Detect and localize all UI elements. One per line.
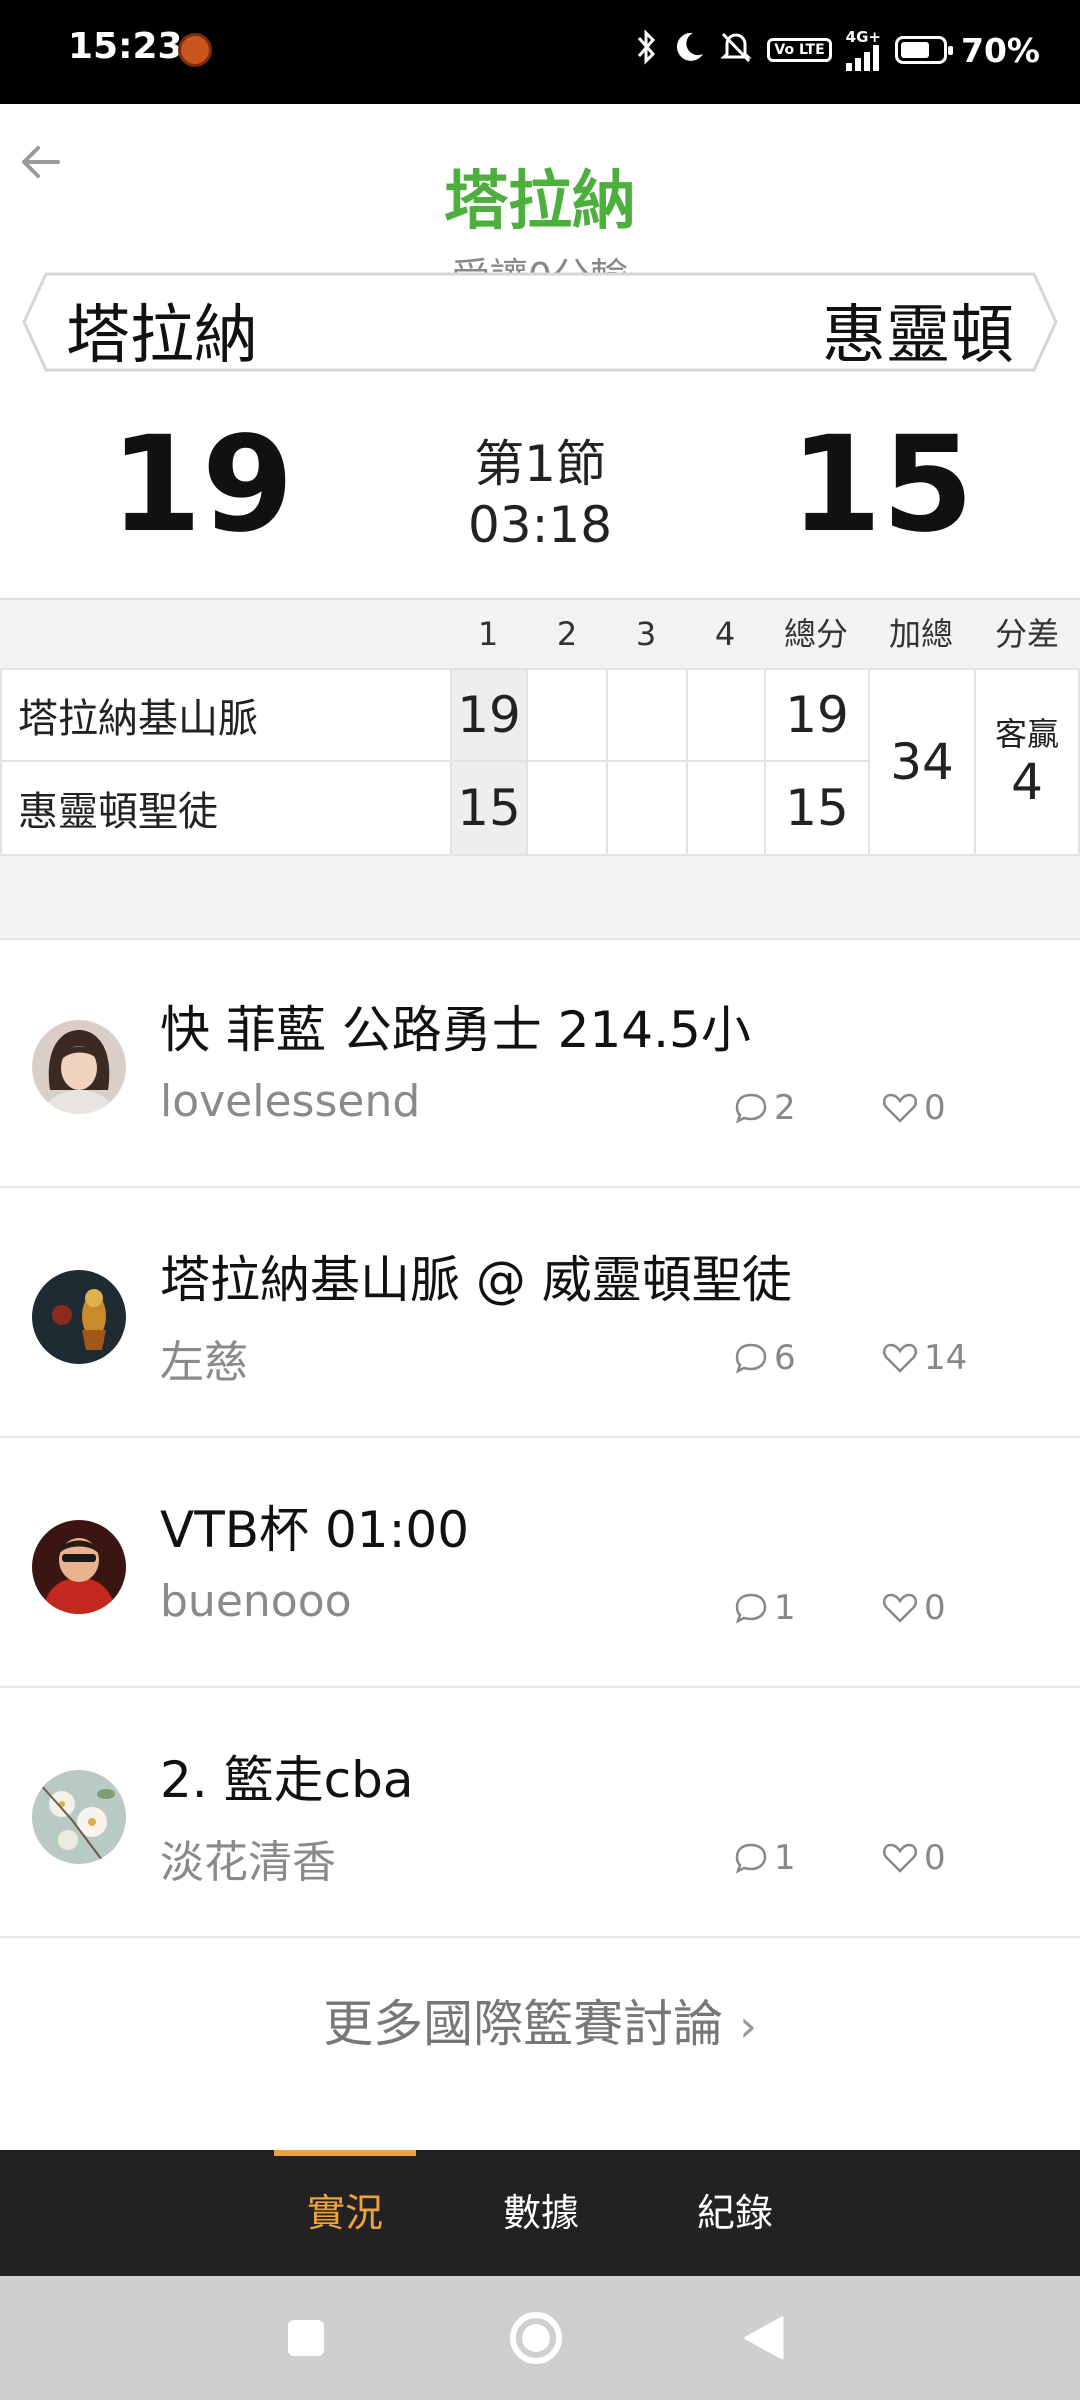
list-item[interactable]: 2. 籃走cba 淡花清香 1 0 xyxy=(0,1688,1080,1938)
bluetooth-icon xyxy=(635,29,659,71)
like-count[interactable]: 0 xyxy=(882,1838,946,1878)
comment-count: 1 xyxy=(734,1588,796,1628)
column-header: 加總 xyxy=(888,615,953,653)
diff-value: 4 xyxy=(1011,753,1043,811)
away-score: 15 xyxy=(790,408,974,562)
battery-icon xyxy=(895,36,953,64)
comment-count: 2 xyxy=(734,1088,796,1128)
comment-icon xyxy=(735,1593,767,1624)
column-header: 總分 xyxy=(783,615,848,653)
total-score-cell: 19 xyxy=(764,668,870,762)
network-type: 4G+ xyxy=(845,27,881,46)
comment-icon xyxy=(735,1843,767,1874)
quarter-score-cell xyxy=(606,760,688,856)
quarter-score-cell xyxy=(686,668,766,762)
post-author: lovelessend xyxy=(160,1076,421,1127)
chevron-right-icon: › xyxy=(739,2001,757,2052)
tab-records[interactable]: 紀錄 xyxy=(664,2150,806,2276)
heart-icon xyxy=(882,1593,918,1623)
app-notification-icon xyxy=(178,33,212,67)
section-divider xyxy=(0,858,1080,940)
point-diff-cell: 客贏 4 xyxy=(974,668,1080,856)
recents-icon[interactable] xyxy=(266,2276,346,2400)
comment-icon xyxy=(735,1343,767,1374)
post-title[interactable]: 2. 籃走cba xyxy=(160,1740,413,1812)
diff-label: 客贏 xyxy=(994,715,1059,753)
bottom-tab-bar: 實況 數據 紀錄 xyxy=(0,2150,1080,2276)
volte-icon: Vo LTE xyxy=(767,38,832,62)
post-title[interactable]: 塔拉納基山脈 @ 威靈頓聖徒 xyxy=(160,1240,792,1312)
back-icon[interactable] xyxy=(724,2276,804,2400)
status-icons: Vo LTE 4G+ 70% xyxy=(635,22,1040,78)
battery-percent: 70% xyxy=(961,30,1040,70)
away-team-name[interactable]: 惠靈頓 xyxy=(822,284,1014,376)
column-header: 4 xyxy=(714,615,736,653)
comment-count: 6 xyxy=(734,1338,796,1378)
avatar[interactable] xyxy=(32,1770,126,1864)
like-count[interactable]: 0 xyxy=(882,1088,946,1128)
more-link-label: 更多國際籃賽討論 xyxy=(323,1995,724,2053)
avatar[interactable] xyxy=(32,1520,126,1614)
home-icon[interactable] xyxy=(496,2276,576,2400)
column-header: 3 xyxy=(635,615,657,653)
comment-count: 1 xyxy=(734,1838,796,1878)
system-navigation-bar xyxy=(0,2276,1080,2400)
page-title: 塔拉納 xyxy=(444,165,636,239)
team-cell: 塔拉納基山脈 xyxy=(0,668,452,762)
status-bar: 15:23 Vo LTE 4G+ 70% xyxy=(0,0,1080,104)
post-author: buenooo xyxy=(160,1576,352,1627)
tab-live[interactable]: 實況 xyxy=(274,2150,416,2276)
total-score-cell: 15 xyxy=(764,760,870,856)
column-header: 1 xyxy=(477,615,499,653)
heart-icon xyxy=(882,1093,918,1123)
like-count[interactable]: 14 xyxy=(882,1338,967,1378)
post-author: 左慈 xyxy=(160,1337,248,1388)
quarter-score-cell xyxy=(526,760,608,856)
column-header: 分差 xyxy=(994,615,1059,653)
moon-icon xyxy=(673,30,705,70)
signal-icon: 4G+ xyxy=(845,27,881,71)
column-header: 2 xyxy=(556,615,578,653)
avatar[interactable] xyxy=(32,1270,126,1364)
quarter-score-cell xyxy=(526,668,608,762)
mute-bell-icon xyxy=(719,30,753,70)
post-author: 淡花清香 xyxy=(160,1837,336,1888)
home-team-name[interactable]: 塔拉納 xyxy=(66,284,258,376)
list-item[interactable]: 塔拉納基山脈 @ 威靈頓聖徒 左慈 6 14 xyxy=(0,1188,1080,1438)
tab-stats[interactable]: 數據 xyxy=(470,2150,612,2276)
avatar[interactable] xyxy=(32,1020,126,1114)
heart-icon xyxy=(882,1843,918,1873)
more-discussions-link[interactable]: 更多國際籃賽討論 › xyxy=(0,1984,1080,2056)
list-item[interactable]: 快 菲藍 公路勇士 214.5小 lovelessend 2 0 xyxy=(0,938,1080,1188)
team-cell: 惠靈頓聖徒 xyxy=(0,760,452,856)
quarter-score-cell xyxy=(606,668,688,762)
list-item[interactable]: VTB杯 01:00 buenooo 1 0 xyxy=(0,1438,1080,1688)
post-title[interactable]: VTB杯 01:00 xyxy=(160,1490,469,1562)
comment-icon xyxy=(735,1093,767,1124)
like-count[interactable]: 0 xyxy=(882,1588,946,1628)
quarter-score-cell: 19 xyxy=(450,668,528,762)
combined-total-cell: 34 xyxy=(868,668,976,856)
quarter-score-cell: 15 xyxy=(450,760,528,856)
post-title[interactable]: 快 菲藍 公路勇士 214.5小 xyxy=(160,990,751,1062)
status-time: 15:23 xyxy=(68,26,183,67)
quarter-score-cell xyxy=(686,760,766,856)
heart-icon xyxy=(882,1343,918,1373)
